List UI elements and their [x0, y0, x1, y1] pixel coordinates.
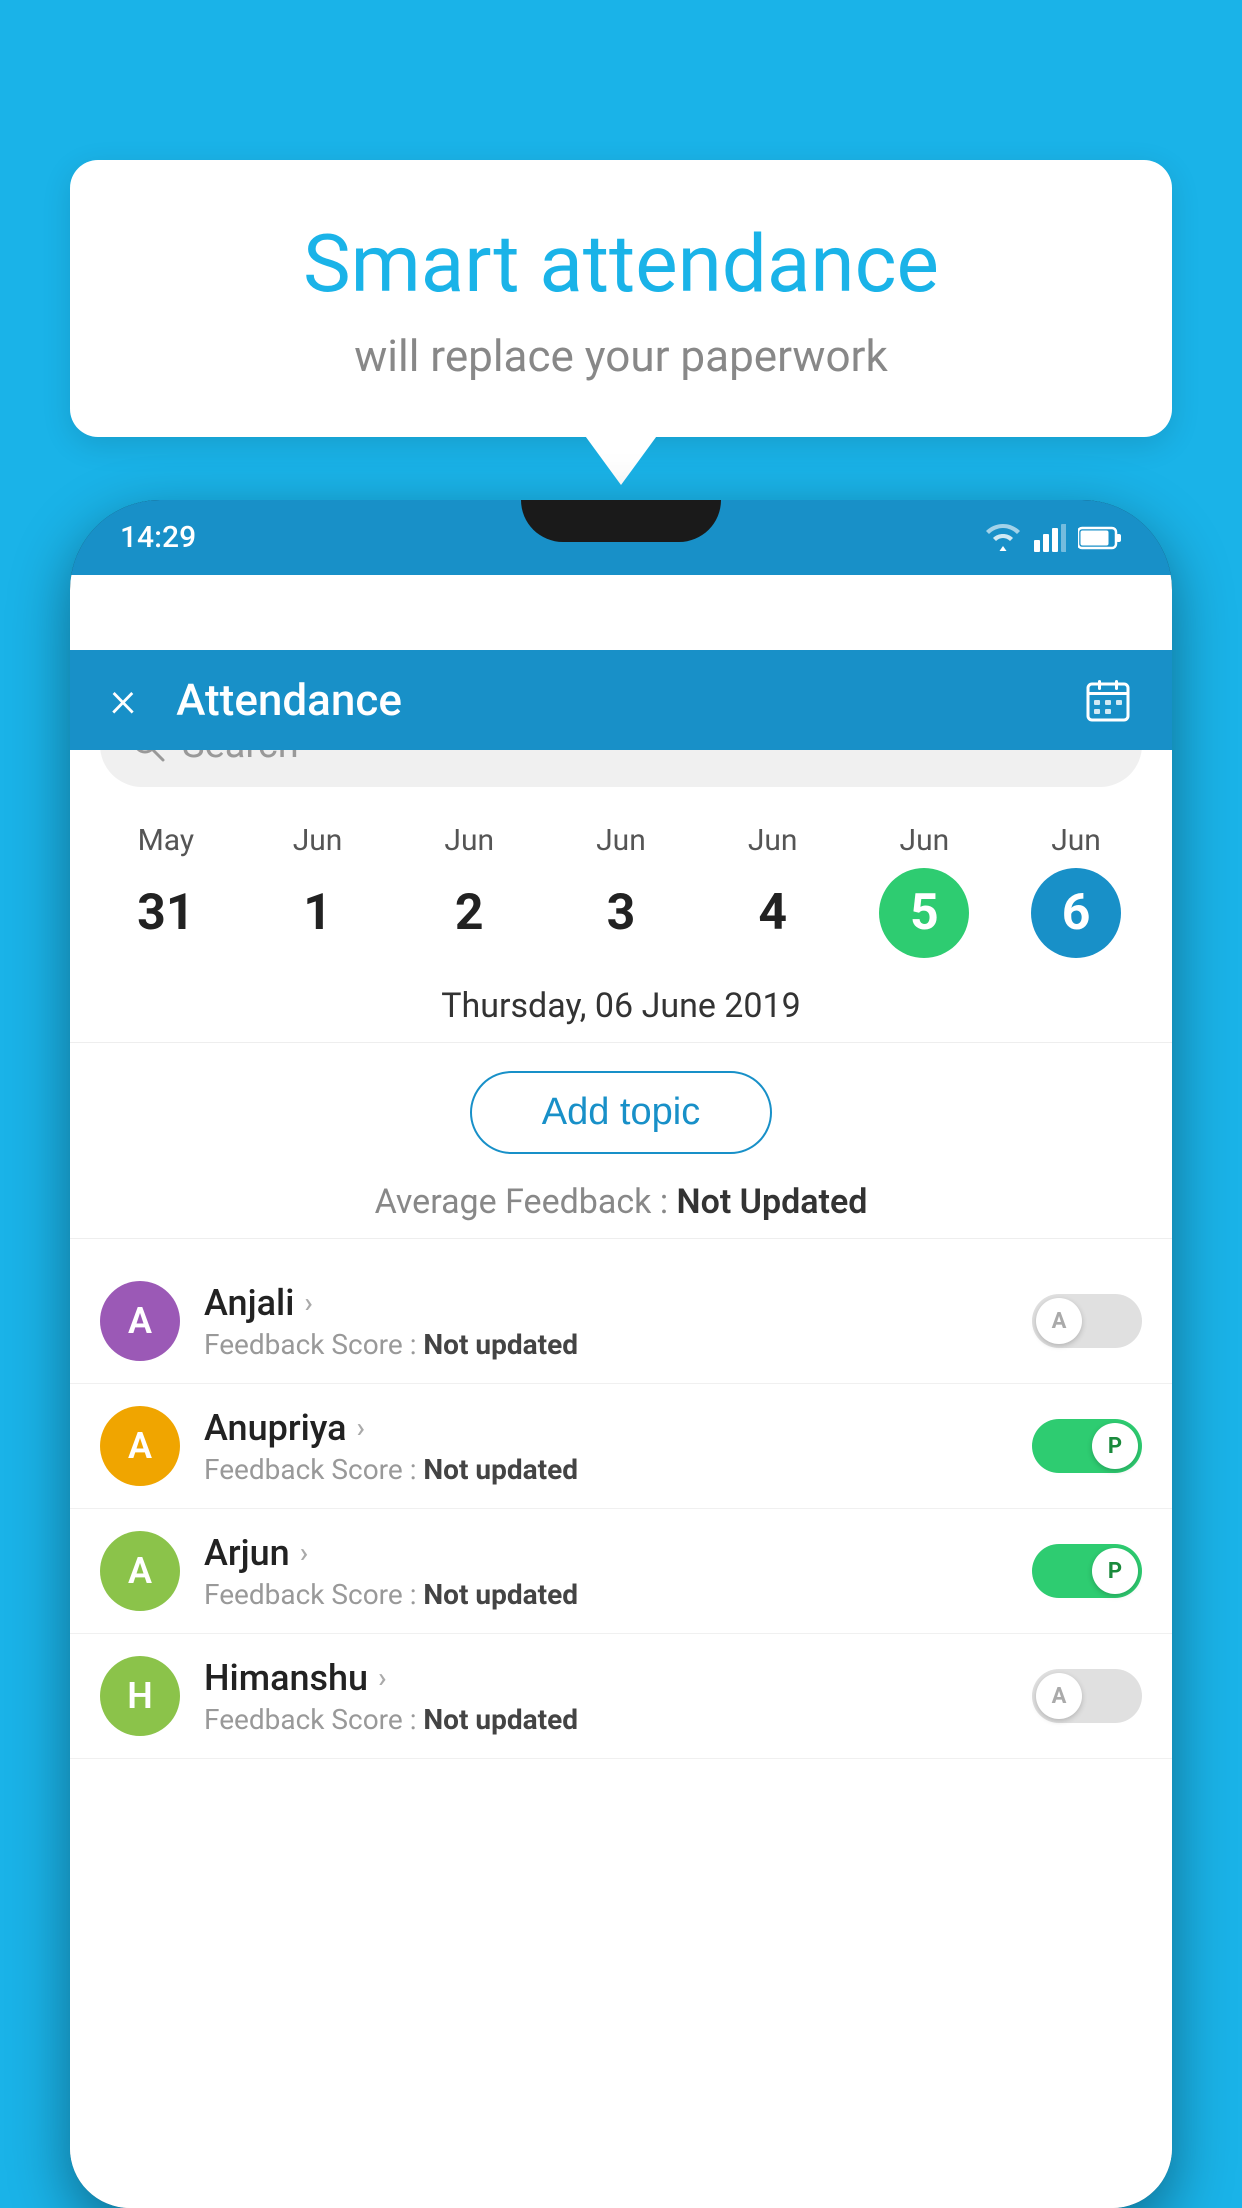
student-item: A Arjun › Feedback Score : Not updated P [70, 1509, 1172, 1634]
add-topic-button[interactable]: Add topic [470, 1071, 772, 1154]
wifi-icon [984, 524, 1022, 552]
student-info: Himanshu › Feedback Score : Not updated [204, 1657, 1008, 1736]
selected-date-label: Thursday, 06 June 2019 [70, 968, 1172, 1043]
calendar-icon[interactable] [1084, 676, 1132, 724]
student-info: Anjali › Feedback Score : Not updated [204, 1282, 1008, 1361]
student-info: Arjun › Feedback Score : Not updated [204, 1532, 1008, 1611]
student-item: A Anjali › Feedback Score : Not updated A [70, 1259, 1172, 1384]
date-month: Jun [293, 823, 343, 858]
avatar: A [100, 1281, 180, 1361]
close-button[interactable]: × [110, 675, 136, 725]
student-list: AAnjali ›Feedback Score : Not updatedAAA… [70, 1259, 1172, 1759]
date-item[interactable]: Jun 1 [273, 823, 363, 958]
chevron-icon: › [304, 1286, 312, 1319]
avatar: A [100, 1406, 180, 1486]
date-number[interactable]: 31 [121, 868, 211, 958]
date-number[interactable]: 1 [273, 868, 363, 958]
date-number[interactable]: 5 [879, 868, 969, 958]
header-title: Attendance [176, 674, 1084, 726]
student-name[interactable]: Arjun › [204, 1532, 1008, 1574]
student-name[interactable]: Himanshu › [204, 1657, 1008, 1699]
date-number[interactable]: 3 [576, 868, 666, 958]
attendance-toggle[interactable]: P [1032, 1544, 1142, 1598]
app-header: × Attendance [70, 650, 1172, 750]
avatar: A [100, 1531, 180, 1611]
date-month: Jun [900, 823, 950, 858]
student-info: Anupriya › Feedback Score : Not updated [204, 1407, 1008, 1486]
avg-feedback: Average Feedback : Not Updated [70, 1182, 1172, 1239]
attendance-toggle[interactable]: A [1032, 1294, 1142, 1348]
date-month: May [138, 823, 194, 858]
avg-feedback-value: Not Updated [677, 1182, 868, 1222]
date-month: Jun [1051, 823, 1101, 858]
phone-screen: × Attendance [70, 575, 1172, 2208]
chevron-icon: › [357, 1411, 365, 1444]
date-number[interactable]: 2 [424, 868, 514, 958]
status-icons [984, 524, 1122, 552]
signal-icon [1034, 524, 1066, 552]
date-month: Jun [596, 823, 646, 858]
chevron-icon: › [378, 1661, 386, 1694]
date-month: Jun [444, 823, 494, 858]
avg-feedback-label: Average Feedback : [375, 1182, 677, 1222]
phone-frame: 14:29 × [70, 500, 1172, 2208]
student-item: H Himanshu › Feedback Score : Not updated A [70, 1634, 1172, 1759]
date-strip: May 31 Jun 1 Jun 2 Jun 3 Jun 4 Jun 5 Jun 6 [70, 787, 1172, 968]
chevron-icon: › [300, 1536, 308, 1569]
date-item[interactable]: Jun 5 [879, 823, 969, 958]
status-time: 14:29 [120, 520, 196, 555]
speech-bubble: Smart attendance will replace your paper… [70, 160, 1172, 437]
date-item[interactable]: May 31 [121, 823, 211, 958]
date-item[interactable]: Jun 3 [576, 823, 666, 958]
attendance-toggle[interactable]: A [1032, 1669, 1142, 1723]
avatar: H [100, 1656, 180, 1736]
student-name[interactable]: Anjali › [204, 1282, 1008, 1324]
bubble-title: Smart attendance [130, 220, 1112, 308]
battery-icon [1078, 526, 1122, 550]
feedback-score: Feedback Score : Not updated [204, 1328, 1008, 1361]
bubble-subtitle: will replace your paperwork [130, 330, 1112, 382]
date-item[interactable]: Jun 6 [1031, 823, 1121, 958]
date-month: Jun [748, 823, 798, 858]
date-item[interactable]: Jun 2 [424, 823, 514, 958]
date-number[interactable]: 4 [728, 868, 818, 958]
student-item: A Anupriya › Feedback Score : Not updated P [70, 1384, 1172, 1509]
feedback-score: Feedback Score : Not updated [204, 1578, 1008, 1611]
attendance-toggle[interactable]: P [1032, 1419, 1142, 1473]
feedback-score: Feedback Score : Not updated [204, 1453, 1008, 1486]
date-item[interactable]: Jun 4 [728, 823, 818, 958]
screen-content: Search May31Jun1Jun2Jun3Jun4Jun5Jun6 Thu… [70, 675, 1172, 2208]
student-name[interactable]: Anupriya › [204, 1407, 1008, 1449]
date-number[interactable]: 6 [1031, 868, 1121, 958]
phone-notch [521, 500, 721, 542]
feedback-score: Feedback Score : Not updated [204, 1703, 1008, 1736]
